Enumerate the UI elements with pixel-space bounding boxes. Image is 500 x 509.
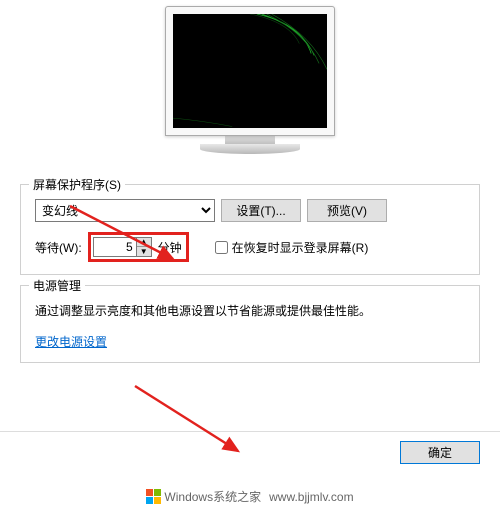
screensaver-select[interactable]: 变幻线 [35, 199, 215, 222]
watermark-url: www.bjjmlv.com [269, 490, 353, 504]
wait-spinner-up[interactable]: ▲ [137, 238, 151, 247]
screensaver-group: 屏幕保护程序(S) 变幻线 设置(T)... 预览(V) 等待(W): ▲ ▼ … [20, 184, 480, 275]
monitor-screen [173, 14, 327, 128]
watermark-brand: Windows系统之家 [164, 488, 261, 505]
watermark: Windows系统之家 www.bjjmlv.com [0, 488, 500, 505]
wait-input[interactable] [93, 237, 137, 257]
wait-spinner[interactable]: ▲ ▼ [137, 237, 152, 257]
screensaver-group-label: 屏幕保护程序(S) [29, 176, 125, 193]
wait-label: 等待(W): [35, 239, 82, 256]
resume-checkbox[interactable] [215, 241, 228, 254]
power-description: 通过调整显示亮度和其他电源设置以节省能源或提供最佳性能。 [35, 302, 465, 319]
wait-spinner-down[interactable]: ▼ [137, 247, 151, 256]
change-power-link[interactable]: 更改电源设置 [35, 335, 107, 349]
wait-highlight: ▲ ▼ 分钟 [88, 232, 189, 262]
wait-unit: 分钟 [158, 239, 182, 256]
ok-button[interactable]: 确定 [400, 441, 480, 464]
power-group: 电源管理 通过调整显示亮度和其他电源设置以节省能源或提供最佳性能。 更改电源设置 [20, 285, 480, 363]
dialog-button-bar: 确定 [0, 431, 500, 473]
preview-button[interactable]: 预览(V) [307, 199, 387, 222]
power-group-label: 电源管理 [29, 277, 85, 294]
windows-logo-icon [146, 489, 162, 505]
resume-checkbox-label: 在恢复时显示登录屏幕(R) [232, 239, 369, 256]
settings-button[interactable]: 设置(T)... [221, 199, 301, 222]
screensaver-preview [20, 6, 480, 164]
